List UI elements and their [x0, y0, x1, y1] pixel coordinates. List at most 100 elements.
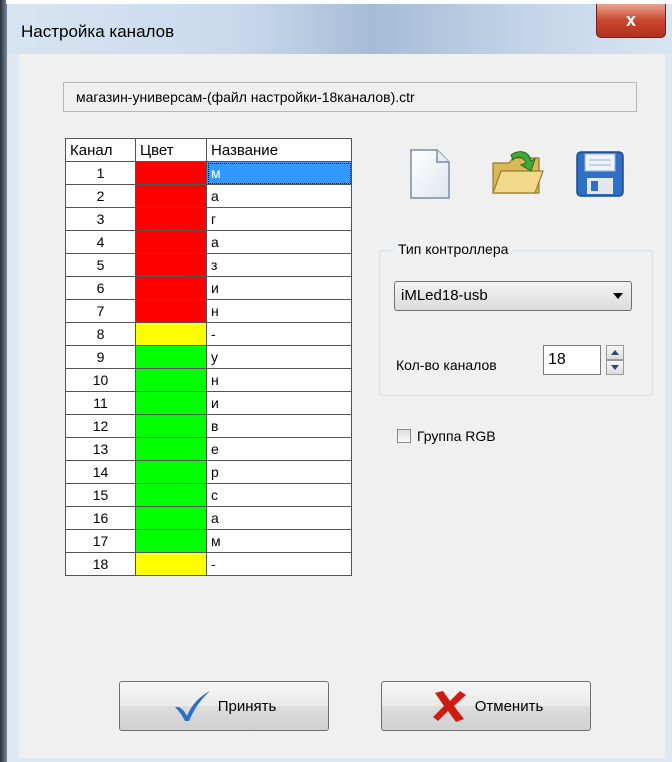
- channel-color-cell[interactable]: [135, 276, 207, 300]
- table-row[interactable]: 5з: [65, 253, 352, 277]
- arrow-down-icon: [611, 365, 619, 370]
- channel-name-cell[interactable]: а: [206, 506, 352, 530]
- channel-name-cell[interactable]: -: [206, 552, 352, 576]
- rgb-group-checkbox[interactable]: [397, 429, 411, 443]
- table-row[interactable]: 8-: [65, 322, 352, 346]
- channel-number-cell[interactable]: 12: [65, 414, 136, 438]
- channel-name-cell[interactable]: м: [206, 161, 352, 185]
- channel-count-down-button[interactable]: [606, 360, 624, 375]
- channel-color-cell[interactable]: [135, 345, 207, 369]
- cancel-button[interactable]: Отменить: [381, 681, 591, 731]
- channel-number-cell[interactable]: 13: [65, 437, 136, 461]
- channel-name-cell[interactable]: н: [206, 368, 352, 392]
- channel-name-cell[interactable]: г: [206, 207, 352, 231]
- channel-color-cell[interactable]: [135, 253, 207, 277]
- window-title: Настройка каналов: [21, 22, 175, 41]
- controller-type-select[interactable]: iMLed18-usb: [394, 281, 632, 311]
- header-color[interactable]: Цвет: [135, 138, 207, 162]
- channel-name-cell[interactable]: р: [206, 460, 352, 484]
- channel-number-cell[interactable]: 1: [65, 161, 136, 185]
- table-row[interactable]: 7н: [65, 299, 352, 323]
- channel-name-cell[interactable]: а: [206, 184, 352, 208]
- channel-name-cell[interactable]: м: [206, 529, 352, 553]
- table-row[interactable]: 10 н: [65, 368, 352, 392]
- channel-color-cell[interactable]: [135, 391, 207, 415]
- channel-number-cell[interactable]: 2: [65, 184, 136, 208]
- open-folder-icon[interactable]: [489, 149, 545, 203]
- channel-number-cell[interactable]: 18: [65, 552, 136, 576]
- channel-name-cell[interactable]: и: [206, 276, 352, 300]
- channel-name-cell[interactable]: в: [206, 414, 352, 438]
- table-row[interactable]: 18 -: [65, 552, 352, 576]
- channel-count-up-button[interactable]: [606, 345, 624, 360]
- channel-name-cell[interactable]: у: [206, 345, 352, 369]
- channel-number-cell[interactable]: 17: [65, 529, 136, 553]
- channel-color-cell[interactable]: [135, 506, 207, 530]
- controller-type-group: Тип контроллера iMLed18-usb Кол-во канал…: [379, 241, 653, 396]
- channel-color-cell[interactable]: [135, 414, 207, 438]
- table-row[interactable]: 9у: [65, 345, 352, 369]
- channel-color-cell[interactable]: [135, 230, 207, 254]
- channel-color-cell[interactable]: [135, 368, 207, 392]
- table-row[interactable]: 1м: [65, 161, 352, 185]
- table-row[interactable]: 4а: [65, 230, 352, 254]
- channel-number-cell[interactable]: 6: [65, 276, 136, 300]
- table-row[interactable]: 11 и: [65, 391, 352, 415]
- table-row[interactable]: 3г: [65, 207, 352, 231]
- channel-color-cell[interactable]: [135, 529, 207, 553]
- rgb-group-row[interactable]: Группа RGB: [397, 426, 496, 446]
- channel-color-cell[interactable]: [135, 299, 207, 323]
- channel-number-cell[interactable]: 16: [65, 506, 136, 530]
- table-row[interactable]: 16 а: [65, 506, 352, 530]
- channel-count-input[interactable]: 18: [543, 345, 601, 375]
- channel-number-cell[interactable]: 9: [65, 345, 136, 369]
- accept-button[interactable]: Принять: [119, 681, 329, 731]
- channel-color-cell[interactable]: [135, 483, 207, 507]
- channel-color-cell[interactable]: [135, 184, 207, 208]
- table-row[interactable]: 15 с: [65, 483, 352, 507]
- table-row[interactable]: 13 е: [65, 437, 352, 461]
- channel-number-cell[interactable]: 7: [65, 299, 136, 323]
- channel-name-cell[interactable]: з: [206, 253, 352, 277]
- channel-table-body: 1 м 2 а 3 г 4 а 5 з 6 и 7 н 8-9 у 10 н 11 и 12 в 13 е 14 р 15 с 16 а 1…: [65, 161, 352, 576]
- channel-number-cell[interactable]: 3: [65, 207, 136, 231]
- dialog-body: магазин-универсам-(файл настройки-18кана…: [19, 54, 665, 758]
- channel-color-cell[interactable]: [135, 161, 207, 185]
- channel-color-cell[interactable]: [135, 460, 207, 484]
- channel-name-cell[interactable]: с: [206, 483, 352, 507]
- channel-count-label: Кол-во каналов: [396, 357, 497, 373]
- controller-type-value: iMLed18-usb: [401, 287, 488, 304]
- channel-number-cell[interactable]: 14: [65, 460, 136, 484]
- close-icon: x: [625, 10, 636, 30]
- channel-number-cell[interactable]: 4: [65, 230, 136, 254]
- channel-color-cell[interactable]: [135, 322, 207, 346]
- channel-name-cell[interactable]: е: [206, 437, 352, 461]
- chevron-down-icon: [613, 293, 623, 299]
- channel-color-cell[interactable]: [135, 207, 207, 231]
- table-row[interactable]: 17 м: [65, 529, 352, 553]
- table-row[interactable]: 12 в: [65, 414, 352, 438]
- channel-number-cell[interactable]: 8: [65, 322, 136, 346]
- channel-number-cell[interactable]: 15: [65, 483, 136, 507]
- channel-name-cell[interactable]: а: [206, 230, 352, 254]
- channel-color-cell[interactable]: [135, 437, 207, 461]
- channel-number-cell[interactable]: 11: [65, 391, 136, 415]
- table-row[interactable]: 14 р: [65, 460, 352, 484]
- rgb-group-label: Группа RGB: [417, 428, 496, 444]
- save-disk-icon[interactable]: [575, 150, 625, 198]
- table-row[interactable]: 6и: [65, 276, 352, 300]
- channel-number-cell[interactable]: 5: [65, 253, 136, 277]
- arrow-up-icon: [611, 350, 619, 355]
- channel-name-cell[interactable]: н: [206, 299, 352, 323]
- channel-color-cell[interactable]: [135, 552, 207, 576]
- new-file-icon[interactable]: [405, 147, 453, 201]
- channel-number-cell[interactable]: 10: [65, 368, 136, 392]
- title-bar[interactable]: Настройка каналов x: [7, 4, 672, 54]
- close-button[interactable]: x: [596, 4, 666, 38]
- header-channel[interactable]: Канал: [65, 138, 136, 162]
- cancel-button-label: Отменить: [474, 697, 544, 715]
- header-name[interactable]: Название: [206, 138, 352, 162]
- channel-name-cell[interactable]: -: [206, 322, 352, 346]
- table-row[interactable]: 2а: [65, 184, 352, 208]
- channel-name-cell[interactable]: и: [206, 391, 352, 415]
